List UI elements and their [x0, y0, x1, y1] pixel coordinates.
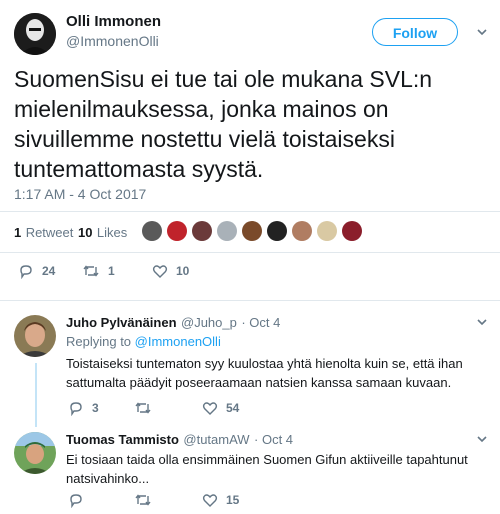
reply-action[interactable]: 3: [68, 400, 99, 416]
reply-avatar[interactable]: [14, 315, 56, 357]
like-count: 54: [226, 401, 240, 415]
reply-author-name[interactable]: Tuomas Tammisto: [66, 432, 179, 447]
heart-icon: [202, 402, 218, 415]
reply-avatar[interactable]: [14, 432, 56, 474]
retweet-count: 1: [108, 264, 115, 278]
reply-date[interactable]: · Oct 4: [241, 315, 280, 330]
author-handle[interactable]: @ImmonenOlli: [66, 33, 159, 49]
reply-header: Juho Pylvänäinen @Juho_p · Oct 4: [66, 314, 280, 332]
reply-header: Tuomas Tammisto @tutamAW · Oct 4: [66, 431, 293, 449]
reply-date[interactable]: · Oct 4: [254, 432, 293, 447]
liker-avatar[interactable]: [317, 221, 337, 241]
reply-action[interactable]: [68, 492, 92, 508]
likes-label: Likes: [96, 225, 128, 240]
tweet-timestamp[interactable]: 1:17 AM - 4 Oct 2017: [14, 186, 146, 202]
liker-avatar[interactable]: [267, 221, 287, 241]
chevron-down-icon[interactable]: [476, 26, 488, 41]
heart-icon: [152, 265, 168, 278]
author-name[interactable]: Olli Immonen: [66, 13, 161, 30]
thread-line: [35, 363, 37, 427]
reply-text: Toistaiseksi tuntematon syy kuulostaa yh…: [66, 356, 463, 390]
retweet-icon: [135, 402, 151, 414]
chevron-down-icon[interactable]: [476, 316, 488, 331]
reply-count: 3: [92, 401, 99, 415]
replying-to: Replying to @ImmonenOlli: [66, 334, 221, 349]
reply-author-handle[interactable]: @tutamAW: [183, 432, 249, 447]
liker-avatar[interactable]: [217, 221, 237, 241]
like-count: 10: [176, 264, 190, 278]
divider: [0, 211, 500, 212]
retweet-icon: [83, 265, 99, 277]
retweet-label: Retweet: [25, 225, 74, 240]
replying-to-link[interactable]: @ImmonenOlli: [135, 334, 221, 349]
retweet-count: 1: [14, 225, 22, 240]
reply-icon: [20, 265, 32, 279]
likes-count: 10: [78, 225, 93, 240]
follow-button[interactable]: Follow: [372, 18, 458, 46]
retweet-icon: [135, 494, 151, 506]
like-action[interactable]: 15: [202, 492, 239, 508]
tweet-text: SuomenSisu ei tue tai ole mukana SVL:n m…: [14, 66, 433, 182]
author-avatar[interactable]: [14, 13, 56, 55]
retweet-action[interactable]: 1: [82, 263, 115, 279]
liker-avatar[interactable]: [192, 221, 212, 241]
liker-avatar[interactable]: [167, 221, 187, 241]
like-count: 15: [226, 493, 240, 507]
reply-author-handle[interactable]: @Juho_p: [181, 315, 237, 330]
liker-avatars: [142, 221, 367, 241]
retweet-action[interactable]: [134, 492, 160, 508]
reply-icon: [70, 402, 82, 416]
like-action[interactable]: 10: [152, 263, 189, 279]
liker-avatar[interactable]: [242, 221, 262, 241]
liker-avatar[interactable]: [342, 221, 362, 241]
reply-icon: [70, 494, 82, 508]
like-action[interactable]: 54: [202, 400, 239, 416]
liker-avatar[interactable]: [142, 221, 162, 241]
chevron-down-icon[interactable]: [476, 433, 488, 448]
replying-prefix: Replying to: [66, 334, 132, 349]
likes-stats[interactable]: 10 Likes: [78, 224, 127, 242]
reply-action[interactable]: 24: [18, 263, 55, 279]
reply-text: Ei tosiaan taida olla ensimmäinen Suomen…: [66, 452, 468, 486]
liker-avatar[interactable]: [292, 221, 312, 241]
heart-icon: [202, 494, 218, 507]
retweet-stats[interactable]: 1 Retweet: [14, 224, 73, 242]
divider: [0, 252, 500, 253]
divider: [0, 300, 500, 301]
reply-count: 24: [42, 264, 56, 278]
reply-author-name[interactable]: Juho Pylvänäinen: [66, 315, 177, 330]
retweet-action[interactable]: [134, 400, 160, 416]
